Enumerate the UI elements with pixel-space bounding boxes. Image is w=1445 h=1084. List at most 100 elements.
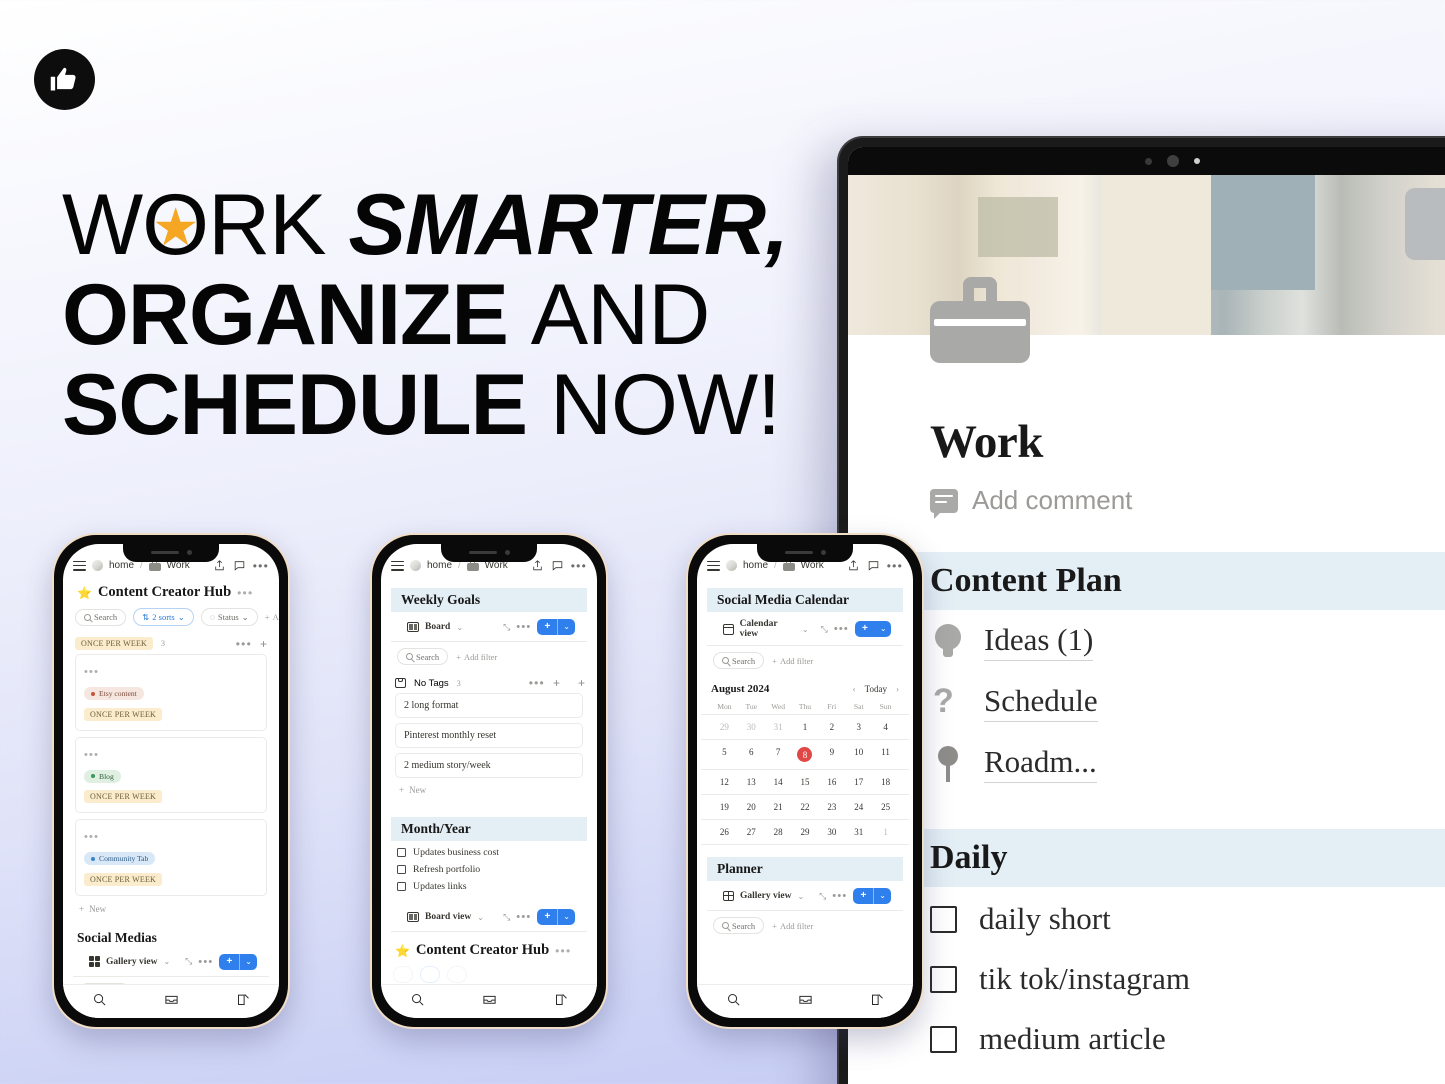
calendar-day-cell[interactable]: 22 xyxy=(792,802,819,812)
calendar-day-cell[interactable]: 1 xyxy=(872,827,899,837)
todo-item[interactable]: medium article xyxy=(848,1007,1445,1067)
expand-icon[interactable]: ⤡ xyxy=(185,956,192,967)
checkbox-icon[interactable] xyxy=(397,882,406,892)
new-page-nav-icon[interactable] xyxy=(870,992,885,1012)
share-icon[interactable] xyxy=(847,559,861,573)
calendar-day-cell[interactable]: 11 xyxy=(872,747,899,762)
new-page-nav-icon[interactable] xyxy=(236,992,251,1012)
calendar-day-cell[interactable]: 20 xyxy=(738,802,765,812)
chevron-down-icon[interactable]: ⌄ xyxy=(802,625,809,634)
calendar-prev-button[interactable]: ‹ xyxy=(853,684,856,694)
new-item-button[interactable]: + ⌄ xyxy=(219,953,257,970)
search-chip[interactable]: Search xyxy=(397,648,449,666)
chevron-down-icon[interactable]: ⌄ xyxy=(163,957,170,966)
add-new-card-row[interactable]: + New xyxy=(63,902,279,914)
checkbox-icon[interactable] xyxy=(930,905,957,933)
calendar-day-cell[interactable]: 13 xyxy=(738,777,765,787)
checkbox-icon[interactable] xyxy=(930,965,957,993)
expand-icon[interactable]: ⤡ xyxy=(503,912,510,923)
calendar-day-cell[interactable]: 31 xyxy=(765,722,792,732)
calendar-next-button[interactable]: › xyxy=(896,684,899,694)
calendar-day-cell[interactable]: 2 xyxy=(818,722,845,732)
calendar-day-cell[interactable]: 23 xyxy=(818,802,845,812)
sorts-chip[interactable]: ⇅ 2 sorts ⌄ xyxy=(133,608,194,627)
board-card[interactable]: 2 medium story/week xyxy=(395,753,583,779)
calendar-day-cell[interactable]: 21 xyxy=(765,802,792,812)
new-item-button[interactable]: + ⌄ xyxy=(537,619,575,636)
add-comment-row[interactable]: Add comment xyxy=(848,469,1445,519)
calendar-day-cell[interactable]: 31 xyxy=(845,827,872,837)
menu-icon[interactable] xyxy=(707,558,720,573)
view-name[interactable]: Board view xyxy=(425,912,471,922)
todo-item[interactable]: Refresh portfolio xyxy=(381,861,597,878)
calendar-day-cell[interactable]: 30 xyxy=(818,827,845,837)
calendar-day-cell[interactable]: 26 xyxy=(711,827,738,837)
calendar-day-cell[interactable]: 6 xyxy=(738,747,765,762)
new-item-button[interactable]: + ⌄ xyxy=(537,909,575,926)
chevron-down-icon[interactable]: ⌄ xyxy=(456,623,463,632)
calendar-day-cell[interactable]: 14 xyxy=(765,777,792,787)
search-chip[interactable]: Search xyxy=(713,917,765,935)
calendar-day-cell[interactable]: 29 xyxy=(792,827,819,837)
expand-icon[interactable]: ⤡ xyxy=(503,622,510,633)
new-item-button[interactable]: + ⌄ xyxy=(853,888,891,905)
page-link-ideas[interactable]: Ideas (1) ••• xyxy=(848,610,1445,671)
calendar-day-cell[interactable]: 30 xyxy=(738,722,765,732)
chevron-down-icon[interactable]: ⌄ xyxy=(797,892,804,901)
card-more-icon[interactable]: ••• xyxy=(84,666,99,678)
calendar-day-cell[interactable]: 8 xyxy=(792,747,819,763)
card-more-icon[interactable]: ••• xyxy=(84,749,99,761)
comment-icon[interactable] xyxy=(233,559,247,573)
calendar-day-cell[interactable]: 18 xyxy=(872,777,899,787)
checkbox-icon[interactable] xyxy=(397,848,406,858)
view-name[interactable]: Calendar view xyxy=(740,619,796,639)
new-page-nav-icon[interactable] xyxy=(554,992,569,1012)
search-chip[interactable]: Search xyxy=(713,652,765,670)
status-chip[interactable] xyxy=(447,966,468,984)
calendar-day-cell[interactable]: 1 xyxy=(792,722,819,732)
board-card[interactable]: ••• Etsy content ONCE PER WEEK xyxy=(75,654,267,731)
calendar-day-cell[interactable]: 4 xyxy=(872,722,899,732)
board-card[interactable]: ••• Blog ONCE PER WEEK xyxy=(75,736,267,814)
add-filter-chip[interactable]: +Ad xyxy=(265,612,279,622)
view-name[interactable]: Gallery view xyxy=(740,891,791,901)
add-filter-chip[interactable]: +Add filter xyxy=(456,652,497,662)
inbox-nav-icon[interactable] xyxy=(798,992,813,1012)
calendar-day-cell[interactable]: 28 xyxy=(765,827,792,837)
inbox-nav-icon[interactable] xyxy=(482,992,497,1012)
comment-icon[interactable] xyxy=(551,559,565,573)
expand-icon[interactable]: ⤡ xyxy=(819,891,826,902)
calendar-day-cell[interactable]: 29 xyxy=(711,722,738,732)
breadcrumb-home[interactable]: home xyxy=(743,560,768,571)
search-chip[interactable]: Search xyxy=(75,608,127,626)
calendar-day-cell[interactable]: 24 xyxy=(845,802,872,812)
calendar-day-cell[interactable]: 7 xyxy=(765,747,792,762)
checkbox-icon[interactable] xyxy=(397,865,406,875)
add-group-icon[interactable]: + xyxy=(578,677,585,689)
chevron-down-icon[interactable]: ⌄ xyxy=(477,913,484,922)
menu-icon[interactable] xyxy=(73,558,86,573)
search-chip[interactable] xyxy=(393,966,414,984)
calendar-day-cell[interactable]: 16 xyxy=(818,777,845,787)
todo-item[interactable]: daily short xyxy=(848,887,1445,947)
calendar-day-cell[interactable]: 10 xyxy=(845,747,872,762)
share-icon[interactable] xyxy=(213,559,227,573)
menu-icon[interactable] xyxy=(391,558,404,573)
add-filter-chip[interactable]: +Add filter xyxy=(772,656,813,666)
search-nav-icon[interactable] xyxy=(92,992,107,1012)
todo-item[interactable]: Updates links xyxy=(381,878,597,895)
calendar-day-cell[interactable]: 19 xyxy=(711,802,738,812)
breadcrumb-home[interactable]: home xyxy=(109,560,134,571)
board-card[interactable]: ••• Community Tab ONCE PER WEEK xyxy=(75,819,267,896)
calendar-today-button[interactable]: Today xyxy=(865,684,887,694)
calendar-day-cell[interactable]: 15 xyxy=(792,777,819,787)
expand-icon[interactable]: ⤡ xyxy=(821,624,828,635)
calendar-day-cell[interactable]: 5 xyxy=(711,747,738,762)
search-nav-icon[interactable] xyxy=(726,992,741,1012)
calendar-day-cell[interactable]: 25 xyxy=(872,802,899,812)
add-new-card-row[interactable]: + New xyxy=(381,783,597,795)
search-nav-icon[interactable] xyxy=(410,992,425,1012)
calendar-day-cell[interactable]: 27 xyxy=(738,827,765,837)
new-item-button[interactable]: + ⌄ xyxy=(854,621,891,638)
page-link-roadmap[interactable]: Roadm... ••• xyxy=(848,732,1445,793)
